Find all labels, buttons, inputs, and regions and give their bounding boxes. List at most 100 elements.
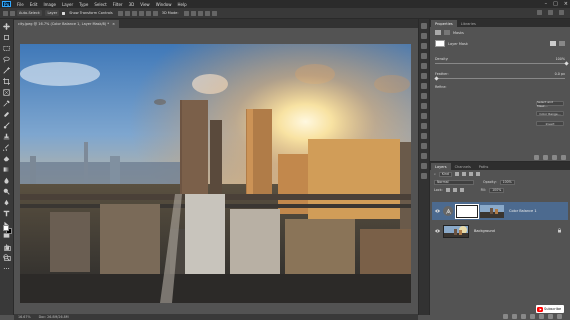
3d-slide-icon[interactable]	[204, 10, 210, 16]
lock-icon[interactable]	[557, 228, 562, 233]
crop-icon[interactable]	[3, 77, 11, 85]
load-selection-icon[interactable]	[534, 154, 539, 160]
new-group-icon[interactable]	[539, 313, 544, 319]
link-layers-icon[interactable]	[503, 313, 508, 319]
pen-icon[interactable]	[3, 198, 11, 206]
blur-icon[interactable]	[3, 176, 11, 184]
minimize-icon[interactable]: –	[545, 1, 548, 7]
checkbox-icon[interactable]	[62, 11, 66, 15]
frame-icon[interactable]	[3, 88, 11, 96]
tab-layers[interactable]: Layers	[431, 163, 451, 170]
apply-pixel-mask-icon[interactable]	[550, 41, 556, 46]
tab-properties[interactable]: Properties	[431, 20, 457, 27]
gradients-icon[interactable]	[421, 53, 427, 59]
patterns-icon[interactable]	[421, 63, 427, 69]
clone-stamp-icon[interactable]	[3, 132, 11, 140]
history-brush-icon[interactable]	[3, 143, 11, 151]
menu-image[interactable]: Image	[40, 2, 59, 7]
search-icon[interactable]	[537, 10, 542, 15]
filter-adjustment-icon[interactable]	[461, 172, 466, 176]
foreground-color-swatch[interactable]	[3, 225, 9, 231]
lock-all-icon[interactable]	[459, 188, 464, 192]
distribute-icon[interactable]	[145, 10, 151, 16]
density-slider-knob[interactable]	[564, 60, 569, 66]
menu-type[interactable]: Type	[76, 2, 91, 7]
menu-filter[interactable]: Filter	[110, 2, 126, 7]
brush-icon[interactable]	[3, 121, 11, 129]
layer-name[interactable]: Color Balance 1	[509, 209, 537, 213]
auto-select-dropdown[interactable]: Layer	[45, 10, 60, 16]
workspace-icon[interactable]	[548, 10, 553, 15]
tab-paths[interactable]: Paths	[475, 163, 493, 170]
tab-libraries[interactable]: Libraries	[457, 20, 480, 27]
density-value[interactable]: 100%	[556, 57, 565, 61]
city-photo[interactable]	[20, 44, 411, 303]
feather-value[interactable]: 0.0 px	[555, 72, 565, 76]
filter-shape-icon[interactable]	[475, 172, 480, 176]
tool-presets-icon[interactable]	[421, 173, 427, 179]
subscribe-badge[interactable]: Subscribe	[536, 305, 564, 313]
align-center-icon[interactable]	[124, 10, 130, 16]
canvas-area[interactable]	[14, 28, 418, 315]
filter-pixel-icon[interactable]	[454, 172, 459, 176]
layer-name[interactable]: Background	[474, 229, 495, 233]
eye-icon[interactable]	[434, 229, 440, 233]
fill-field[interactable]: 100%	[489, 187, 505, 193]
opacity-field[interactable]: 100%	[499, 179, 515, 185]
color-balance-thumb[interactable]	[480, 204, 504, 218]
info-icon[interactable]	[421, 143, 427, 149]
density-slider[interactable]	[435, 60, 569, 66]
dodge-icon[interactable]	[3, 187, 11, 195]
share-icon[interactable]	[559, 10, 564, 15]
new-adjustment-icon[interactable]	[530, 313, 535, 319]
menu-edit[interactable]: Edit	[27, 2, 41, 7]
healing-brush-icon[interactable]	[3, 110, 11, 118]
maximize-icon[interactable]: □	[553, 1, 558, 7]
tool-preset-icon[interactable]	[10, 10, 15, 16]
menu-file[interactable]: File	[14, 2, 27, 7]
menu-help[interactable]: Help	[174, 2, 189, 7]
more-options-icon[interactable]	[152, 10, 158, 16]
fx-icon[interactable]	[512, 313, 517, 319]
brushes-icon[interactable]	[421, 103, 427, 109]
delete-layer-icon[interactable]	[557, 313, 562, 319]
align-left-icon[interactable]	[117, 10, 123, 16]
menu-3d[interactable]: 3D	[126, 2, 138, 7]
glyphs-icon[interactable]	[421, 123, 427, 129]
gradient-icon[interactable]	[3, 165, 11, 173]
screen-mode-icon[interactable]	[3, 254, 11, 262]
lasso-icon[interactable]	[3, 55, 11, 63]
history-icon[interactable]	[421, 23, 427, 29]
feather-slider-knob[interactable]	[434, 75, 439, 81]
eraser-icon[interactable]	[3, 154, 11, 162]
background-thumb[interactable]	[443, 224, 469, 238]
pixel-mask-icon[interactable]	[435, 30, 441, 35]
visibility-icon[interactable]	[552, 154, 557, 160]
color-icon[interactable]	[421, 33, 427, 39]
3d-roll-icon[interactable]	[190, 10, 196, 16]
add-mask-icon[interactable]	[521, 313, 526, 319]
align-right-icon[interactable]	[131, 10, 137, 16]
vector-mask-icon[interactable]	[444, 30, 450, 35]
marquee-icon[interactable]	[3, 44, 11, 52]
apply-mask-icon[interactable]	[543, 154, 548, 160]
blend-mode-dropdown[interactable]: Normal	[434, 179, 474, 185]
lock-position-icon[interactable]	[452, 188, 457, 192]
color-range-button[interactable]: Color Range...	[536, 111, 564, 116]
color-balance-adjustment-icon[interactable]	[443, 206, 453, 216]
eyedropper-icon[interactable]	[3, 99, 11, 107]
move-tool-icon[interactable]	[3, 10, 8, 16]
styles-icon[interactable]	[421, 163, 427, 169]
quick-mask-icon[interactable]	[3, 244, 11, 252]
menu-window[interactable]: Window	[153, 2, 175, 7]
menu-view[interactable]: View	[137, 2, 153, 7]
paragraph-icon[interactable]	[421, 93, 427, 99]
filter-kind-dropdown[interactable]: Kind	[438, 171, 452, 177]
actions-icon[interactable]	[421, 113, 427, 119]
layer-color-balance[interactable]: Color Balance 1	[432, 202, 568, 220]
zoom-level[interactable]: 16.67%	[18, 315, 31, 319]
layer-background[interactable]: Background	[432, 222, 568, 240]
3d-rotate-icon[interactable]	[183, 10, 189, 16]
new-layer-icon[interactable]	[548, 313, 553, 319]
3d-pan-icon[interactable]	[197, 10, 203, 16]
